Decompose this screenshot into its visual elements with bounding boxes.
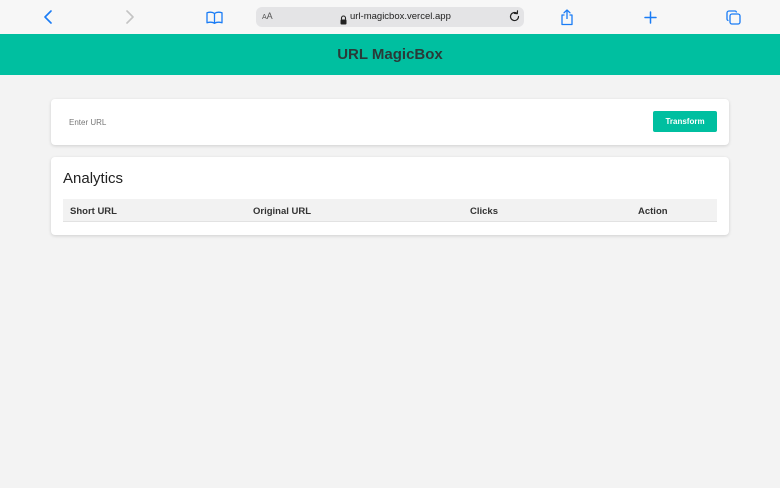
share-icon[interactable] bbox=[558, 8, 576, 26]
address-bar[interactable]: AA url-magicbox.vercel.app bbox=[256, 7, 524, 27]
tabs-icon[interactable] bbox=[724, 8, 742, 26]
new-tab-icon[interactable] bbox=[641, 8, 659, 26]
url-input[interactable] bbox=[63, 111, 633, 133]
url-shortener-card: Transform bbox=[51, 99, 729, 145]
column-header-action: Action bbox=[638, 206, 668, 217]
lock-icon bbox=[340, 12, 347, 25]
forward-icon[interactable] bbox=[121, 8, 139, 26]
transform-button[interactable]: Transform bbox=[653, 111, 717, 132]
browser-toolbar: AA url-magicbox.vercel.app bbox=[0, 0, 780, 34]
address-text: url-magicbox.vercel.app bbox=[350, 11, 451, 22]
bookmarks-icon[interactable] bbox=[205, 8, 223, 26]
reader-options-button[interactable]: AA bbox=[262, 11, 273, 21]
column-header-original-url: Original URL bbox=[253, 206, 312, 217]
app-title: URL MagicBox bbox=[337, 46, 443, 63]
analytics-card: Analytics Short URL Original URL Clicks … bbox=[51, 157, 729, 235]
analytics-title: Analytics bbox=[63, 170, 124, 187]
analytics-table-header: Short URL Original URL Clicks Action bbox=[63, 199, 717, 222]
back-icon[interactable] bbox=[39, 8, 57, 26]
column-header-clicks: Clicks bbox=[470, 206, 498, 217]
column-header-short-url: Short URL bbox=[70, 206, 117, 217]
reload-icon[interactable] bbox=[508, 10, 521, 23]
app-header: URL MagicBox bbox=[0, 34, 780, 75]
